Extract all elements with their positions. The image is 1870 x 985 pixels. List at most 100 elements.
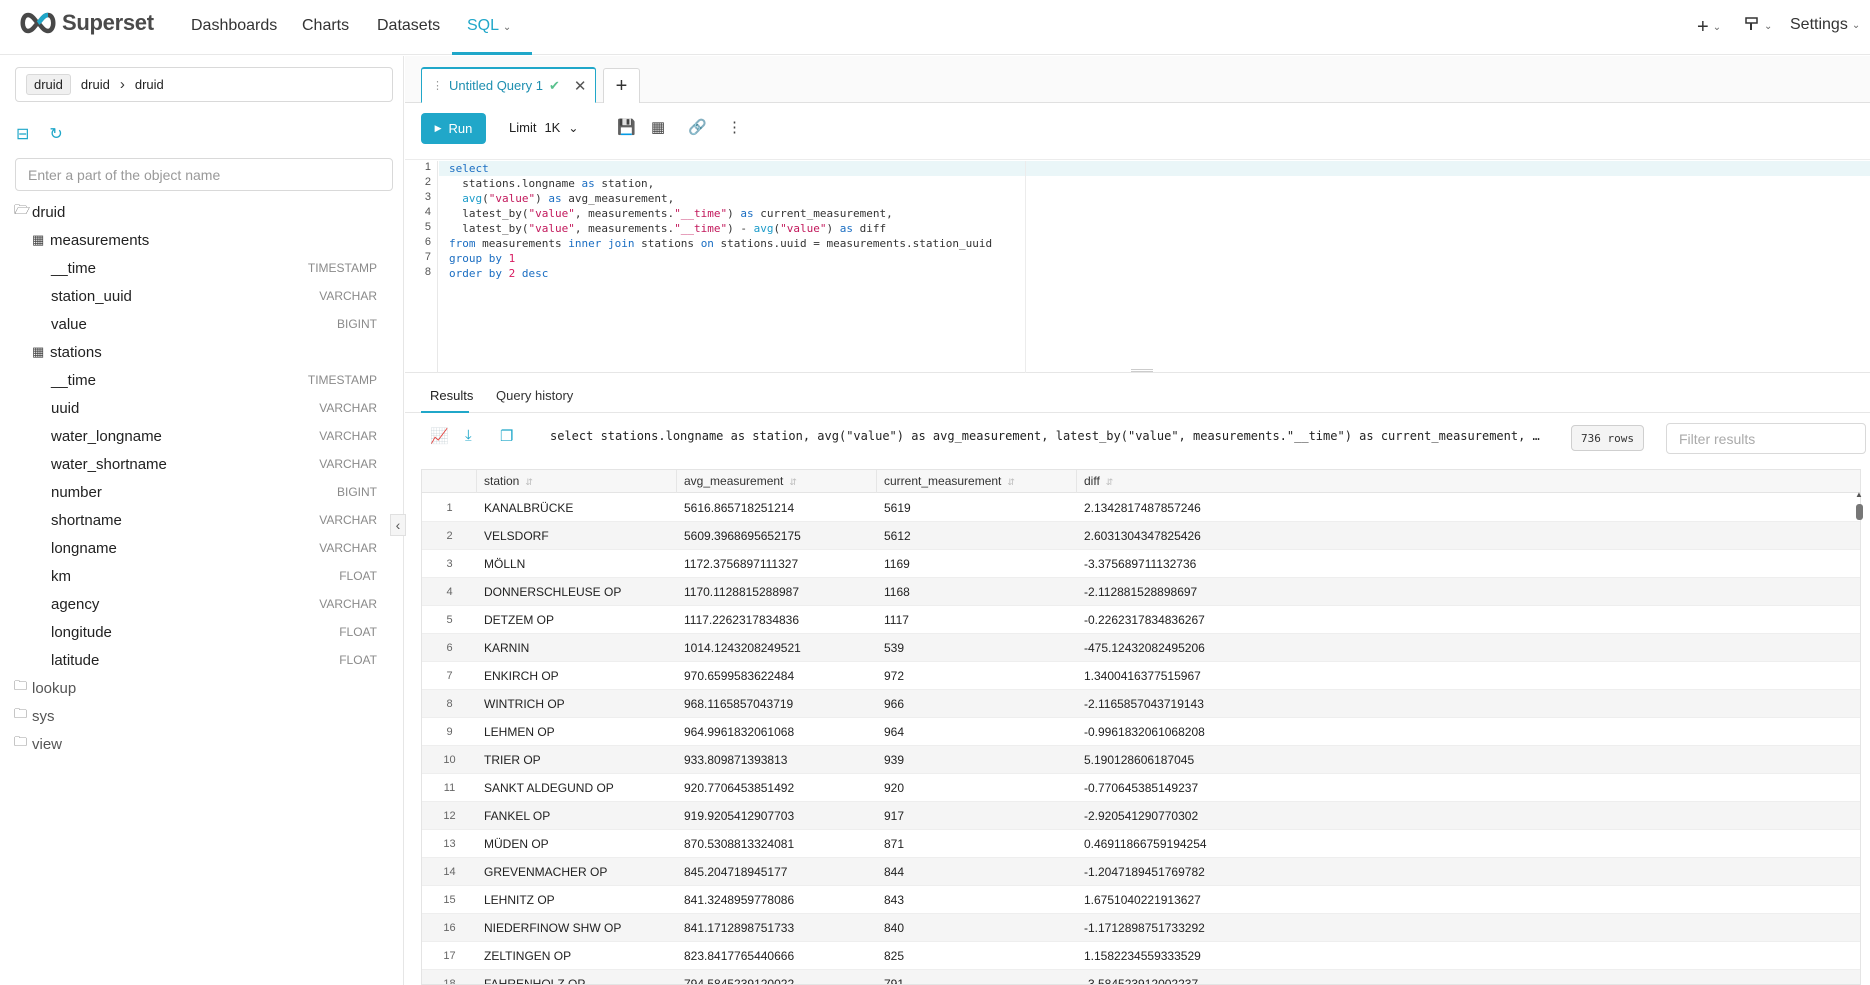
cell-diff[interactable]: -0.2262317834836267 (1077, 606, 1477, 634)
cell-current-measurement[interactable]: 5619 (877, 494, 1077, 522)
cell-diff[interactable]: 5.190128606187045 (1077, 746, 1477, 774)
table-row[interactable]: 10 TRIER OP 933.809871393813 939 5.190128606… (422, 746, 1860, 774)
add-tab-button[interactable]: + (603, 68, 640, 103)
close-icon[interactable]: ✕ (574, 77, 587, 95)
tree-schema-sys[interactable]: 🗀 sys (14, 702, 389, 730)
cell-current-measurement[interactable]: 966 (877, 690, 1077, 718)
nav-datasets[interactable]: Datasets (377, 17, 440, 35)
scroll-thumb[interactable] (1856, 504, 1863, 520)
cell-station[interactable]: MÖLLN (477, 550, 677, 578)
cell-avg-measurement[interactable]: 794.5845239120022 (677, 970, 877, 984)
cell-diff[interactable]: 1.6751040221913627 (1077, 886, 1477, 914)
cell-diff[interactable]: 1.3400416377515967 (1077, 662, 1477, 690)
cell-avg-measurement[interactable]: 1117.2262317834836 (677, 606, 877, 634)
cell-avg-measurement[interactable]: 919.9205412907703 (677, 802, 877, 830)
table-row[interactable]: 2 VELSDORF 5609.3968695652175 5612 2.6031304… (422, 522, 1860, 550)
column-header-current-measurement[interactable]: current_measurement ⇵ (877, 470, 1077, 493)
cell-diff[interactable]: -475.12432082495206 (1077, 634, 1477, 662)
cell-station[interactable]: TRIER OP (477, 746, 677, 774)
chart-icon[interactable]: 📈 (430, 427, 449, 445)
superset-logo[interactable]: Superset (18, 10, 154, 36)
cell-current-measurement[interactable]: 791 (877, 970, 1077, 984)
download-icon[interactable]: ⤓ (465, 427, 472, 444)
tree-column[interactable]: km FLOAT (14, 562, 389, 590)
cell-current-measurement[interactable]: 825 (877, 942, 1077, 970)
table-icon[interactable]: ▦ (651, 118, 665, 136)
column-header-avg-measurement[interactable]: avg_measurement ⇵ (677, 470, 877, 493)
cell-diff[interactable]: -2.1165857043719143 (1077, 690, 1477, 718)
results-scrollbar[interactable]: ▲ (1855, 488, 1863, 985)
table-row[interactable]: 11 SANKT ALDEGUND OP 920.7706453851492 920-… (422, 774, 1860, 802)
tree-column[interactable]: water_shortname VARCHAR (14, 450, 389, 478)
query-tab[interactable]: ⋮ Untitled Query 1 ✔ ✕ (421, 67, 596, 103)
cell-avg-measurement[interactable]: 845.204718945177 (677, 858, 877, 886)
tree-column[interactable]: longitude FLOAT (14, 618, 389, 646)
cell-diff[interactable]: 1.1582234559333529 (1077, 942, 1477, 970)
column-header-station[interactable]: station ⇵ (477, 470, 677, 493)
object-search-input[interactable] (15, 158, 393, 191)
tree-column[interactable]: __time TIMESTAMP (14, 254, 389, 282)
tree-column[interactable]: latitude FLOAT (14, 646, 389, 674)
cell-avg-measurement[interactable]: 933.809871393813 (677, 746, 877, 774)
drag-handle-icon[interactable]: ⋮ (432, 79, 443, 92)
cell-current-measurement[interactable]: 843 (877, 886, 1077, 914)
cell-current-measurement[interactable]: 917 (877, 802, 1077, 830)
cell-current-measurement[interactable]: 844 (877, 858, 1077, 886)
tree-column[interactable]: value BIGINT (14, 310, 389, 338)
cell-avg-measurement[interactable]: 964.9961832061068 (677, 718, 877, 746)
table-row[interactable]: 12 FANKEL OP 919.9205412907703 917 -2.920541… (422, 802, 1860, 830)
cell-station[interactable]: LEHMEN OP (477, 718, 677, 746)
limit-dropdown[interactable]: Limit 1K ⌄ (509, 120, 578, 135)
tab-query-history[interactable]: Query history (496, 388, 573, 403)
table-row[interactable]: 15 LEHNITZ OP 841.3248959778086 843 1.675104… (422, 886, 1860, 914)
run-button[interactable]: ▶ Run (421, 113, 486, 144)
table-row[interactable]: 14 GREVENMACHER OP 845.204718945177 844 -1.2… (422, 858, 1860, 886)
cell-avg-measurement[interactable]: 5609.3968695652175 (677, 522, 877, 550)
cell-avg-measurement[interactable]: 1170.1128815288987 (677, 578, 877, 606)
cell-avg-measurement[interactable]: 5616.865718251214 (677, 494, 877, 522)
cell-current-measurement[interactable]: 1169 (877, 550, 1077, 578)
table-row[interactable]: 4 DONNERSCHLEUSE OP 1170.1128815288987 1168… (422, 578, 1860, 606)
tree-schema-lookup[interactable]: 🗀 lookup (14, 674, 389, 702)
resize-handle[interactable] (1131, 369, 1153, 372)
cell-diff[interactable]: -3.375689711132736 (1077, 550, 1477, 578)
tree-column[interactable]: shortname VARCHAR (14, 506, 389, 534)
collapse-sidebar-button[interactable]: ‹ (390, 514, 406, 536)
settings-menu[interactable]: Settings ⌄ (1790, 16, 1860, 34)
cell-station[interactable]: KANALBRÜCKE (477, 494, 677, 522)
table-row[interactable]: 6 KARNIN 1014.1243208249521 539 -475.1243208… (422, 634, 1860, 662)
tree-column[interactable]: number BIGINT (14, 478, 389, 506)
database-selector[interactable]: druid druid › druid (15, 67, 393, 102)
cell-diff[interactable]: -0.9961832061068208 (1077, 718, 1477, 746)
tree-schema-druid[interactable]: 🗁 druid (14, 198, 389, 226)
cell-avg-measurement[interactable]: 823.8417765440666 (677, 942, 877, 970)
copy-icon[interactable]: ❐ (500, 427, 513, 445)
cell-station[interactable]: KARNIN (477, 634, 677, 662)
cell-diff[interactable]: -1.2047189451769782 (1077, 858, 1477, 886)
cell-station[interactable]: FAHRENHOLZ OP (477, 970, 677, 984)
cell-diff[interactable]: -2.112881528898697 (1077, 578, 1477, 606)
cell-station[interactable]: DETZEM OP (477, 606, 677, 634)
theme-menu[interactable]: ⌄ (1744, 16, 1772, 37)
cell-diff[interactable]: -2.920541290770302 (1077, 802, 1477, 830)
cell-station[interactable]: ENKIRCH OP (477, 662, 677, 690)
cell-station[interactable]: FANKEL OP (477, 802, 677, 830)
cell-station[interactable]: NIEDERFINOW SHW OP (477, 914, 677, 942)
nav-sql[interactable]: SQL ⌄ (467, 17, 511, 35)
cell-station[interactable]: VELSDORF (477, 522, 677, 550)
cell-diff[interactable]: 2.1342817487857246 (1077, 494, 1477, 522)
table-row[interactable]: 17 ZELTINGEN OP 823.8417765440666 825 1.1582… (422, 942, 1860, 970)
cell-current-measurement[interactable]: 840 (877, 914, 1077, 942)
cell-diff[interactable]: -0.770645385149237 (1077, 774, 1477, 802)
cell-current-measurement[interactable]: 972 (877, 662, 1077, 690)
cell-avg-measurement[interactable]: 920.7706453851492 (677, 774, 877, 802)
executed-sql-preview[interactable]: select stations.longname as station, avg… (550, 429, 1540, 443)
sql-editor[interactable]: 1 2 3 4 5 6 7 8 select stations.longname… (405, 161, 1870, 373)
tree-column[interactable]: uuid VARCHAR (14, 394, 389, 422)
tab-results[interactable]: Results (430, 388, 473, 403)
cell-avg-measurement[interactable]: 970.6599583622484 (677, 662, 877, 690)
more-options-icon[interactable]: ⋮ (727, 118, 742, 136)
table-row[interactable]: 9 LEHMEN OP 964.9961832061068 964 -0.9961832… (422, 718, 1860, 746)
column-header-diff[interactable]: diff ⇵ (1077, 470, 1860, 493)
tree-column[interactable]: agency VARCHAR (14, 590, 389, 618)
